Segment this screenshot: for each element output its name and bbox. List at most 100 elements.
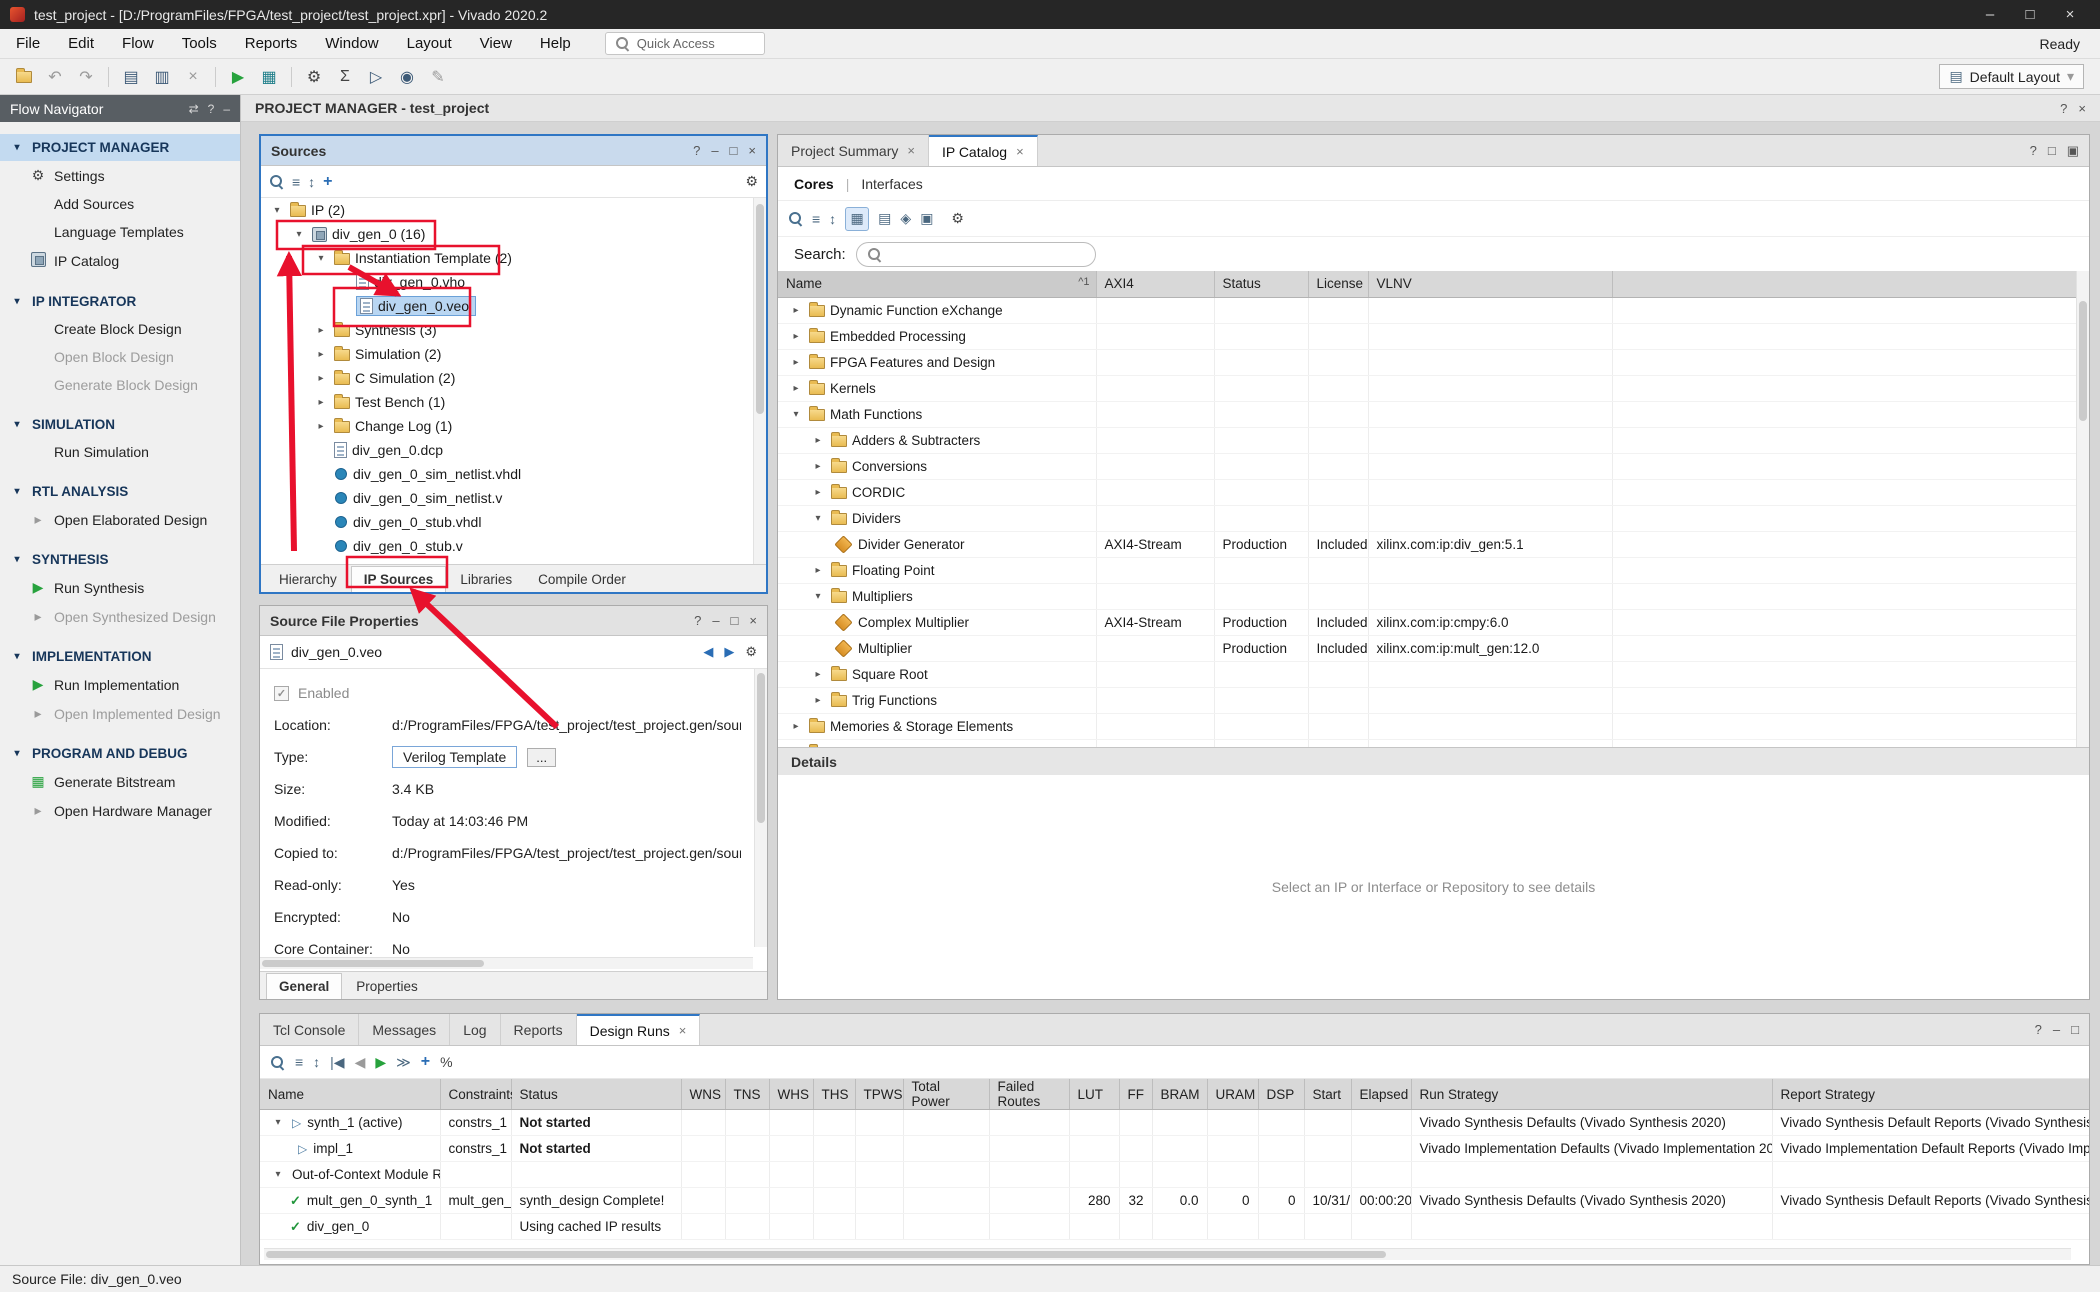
- collapse-all-icon[interactable]: ≡: [295, 1054, 303, 1070]
- menu-view[interactable]: View: [480, 35, 512, 52]
- sidebar-item-run-synthesis[interactable]: ▶Run Synthesis: [0, 573, 240, 602]
- vertical-scrollbar[interactable]: [753, 198, 766, 564]
- design-run-row-mult-gen-0-synth-1[interactable]: ✓mult_gen_0_synth_1 mult_gen_0 synth_des…: [260, 1188, 2089, 1214]
- catalog-row[interactable]: Kernels: [778, 375, 2089, 401]
- expander-icon[interactable]: [313, 253, 329, 264]
- report-icon[interactable]: ▷: [362, 63, 390, 90]
- tree-item-div-gen-0-vho[interactable]: div_gen_0.vho: [261, 270, 766, 294]
- catalog-row[interactable]: Square Root: [778, 661, 2089, 687]
- settings-icon[interactable]: ⚙: [300, 63, 328, 90]
- expander-icon[interactable]: [788, 305, 804, 316]
- design-run-row-impl-1[interactable]: ▷impl_1 constrs_1 Not started Vivado Imp…: [260, 1136, 2089, 1162]
- design-run-row-div-gen-0[interactable]: ✓div_gen_0 Using cached IP results: [260, 1214, 2089, 1240]
- expander-icon[interactable]: [788, 747, 804, 748]
- redo-icon[interactable]: ↷: [72, 63, 100, 90]
- expander-icon[interactable]: [788, 721, 804, 732]
- play-icon[interactable]: ▶: [375, 1054, 386, 1071]
- catalog-row-divider-generator[interactable]: Divider GeneratorAXI4-StreamProductionIn…: [778, 531, 2089, 557]
- tree-item-div-gen-0-dcp[interactable]: div_gen_0.dcp: [261, 438, 766, 462]
- column-axi4[interactable]: AXI4: [1096, 271, 1214, 297]
- sidebar-item-language-templates[interactable]: Language Templates: [0, 218, 240, 246]
- expander-icon[interactable]: [810, 487, 826, 498]
- more-button[interactable]: ...: [527, 748, 556, 767]
- copy-icon[interactable]: ▥: [148, 63, 176, 90]
- tab-general[interactable]: General: [266, 973, 342, 999]
- expander-icon[interactable]: [270, 1169, 286, 1180]
- sidebar-section-project-manager[interactable]: PROJECT MANAGER: [0, 134, 240, 161]
- float-panel-icon[interactable]: □: [2048, 143, 2056, 158]
- expander-icon[interactable]: [291, 229, 307, 240]
- expander-icon[interactable]: [313, 349, 329, 360]
- catalog-row[interactable]: Adders & Subtracters: [778, 427, 2089, 453]
- forward-icon[interactable]: ▶: [724, 644, 734, 660]
- sidebar-section-program-and-debug[interactable]: PROGRAM AND DEBUG: [0, 740, 240, 767]
- details-view-icon[interactable]: ▣: [920, 210, 933, 227]
- expander-icon[interactable]: [269, 205, 285, 216]
- collapse-icon[interactable]: [9, 486, 25, 497]
- tree-item-instantiation-template[interactable]: Instantiation Template (2): [261, 246, 766, 270]
- minimize-button[interactable]: –: [1970, 0, 2010, 29]
- sidebar-section-ip-integrator[interactable]: IP INTEGRATOR: [0, 288, 240, 315]
- type-select[interactable]: Verilog Template: [392, 746, 517, 768]
- expander-icon[interactable]: [810, 695, 826, 706]
- expand-all-icon[interactable]: ↕: [829, 211, 836, 227]
- edit-icon[interactable]: ✎: [424, 63, 452, 90]
- tree-item-simulation[interactable]: Simulation (2): [261, 342, 766, 366]
- ip-settings-icon[interactable]: ◈: [900, 210, 911, 227]
- layout-selector[interactable]: ▤ Default Layout ▾: [1939, 64, 2084, 89]
- close-panel-icon[interactable]: ×: [748, 143, 756, 158]
- create-run-icon[interactable]: +: [421, 1053, 430, 1071]
- menu-layout[interactable]: Layout: [407, 35, 452, 52]
- expander-icon[interactable]: [810, 513, 826, 524]
- sidebar-section-simulation[interactable]: SIMULATION: [0, 411, 240, 438]
- catalog-row-complex-multiplier[interactable]: Complex MultiplierAXI4-StreamProductionI…: [778, 609, 2089, 635]
- program-device-icon[interactable]: ▦: [255, 63, 283, 90]
- menu-tools[interactable]: Tools: [182, 35, 217, 52]
- sidebar-item-generate-block-design[interactable]: Generate Block Design: [0, 371, 240, 399]
- sidebar-item-open-block-design[interactable]: Open Block Design: [0, 343, 240, 371]
- undo-icon[interactable]: ↶: [41, 63, 69, 90]
- tab-hierarchy[interactable]: Hierarchy: [267, 566, 349, 592]
- catalog-row[interactable]: FPGA Features and Design: [778, 349, 2089, 375]
- minimize-panel-icon[interactable]: –: [712, 613, 719, 628]
- menu-flow[interactable]: Flow: [122, 35, 154, 52]
- expander-icon[interactable]: [810, 565, 826, 576]
- dock-icon[interactable]: ⇄: [189, 102, 199, 116]
- tab-project-summary[interactable]: Project Summary ×: [778, 135, 929, 166]
- maximize-panel-icon[interactable]: ▣: [2067, 143, 2079, 159]
- collapse-icon[interactable]: [9, 748, 25, 759]
- tab-properties[interactable]: Properties: [344, 973, 430, 999]
- repository-view-icon[interactable]: ▤: [878, 210, 891, 227]
- column-vlnv[interactable]: VLNV: [1368, 271, 1612, 297]
- tab-messages[interactable]: Messages: [359, 1014, 450, 1045]
- column-status[interactable]: Status: [1214, 271, 1308, 297]
- collapse-all-icon[interactable]: ≡: [292, 174, 300, 190]
- search-icon[interactable]: [788, 211, 803, 226]
- tree-item-stub-v[interactable]: div_gen_0_stub.v: [261, 534, 766, 558]
- tab-compile-order[interactable]: Compile Order: [526, 566, 638, 592]
- tree-item-synthesis[interactable]: Synthesis (3): [261, 318, 766, 342]
- collapse-icon[interactable]: [9, 142, 25, 153]
- add-sources-icon[interactable]: +: [323, 173, 332, 191]
- expander-icon[interactable]: [313, 373, 329, 384]
- close-tab-icon[interactable]: ×: [1016, 144, 1024, 159]
- sfp-panel-header[interactable]: Source File Properties ? – □ ×: [260, 606, 767, 636]
- minimize-panel-icon[interactable]: –: [2053, 1022, 2060, 1037]
- tree-item-ip[interactable]: IP (2): [261, 198, 766, 222]
- expander-icon[interactable]: [788, 409, 804, 420]
- catalog-row[interactable]: Memories & Storage Elements: [778, 713, 2089, 739]
- close-panel-icon[interactable]: ×: [749, 613, 757, 628]
- horizontal-scrollbar[interactable]: [264, 1248, 2071, 1260]
- sidebar-item-open-hardware-manager[interactable]: ▸Open Hardware Manager: [0, 796, 240, 825]
- subtab-interfaces[interactable]: Interfaces: [861, 176, 922, 192]
- tree-item-div-gen-0-veo[interactable]: div_gen_0.veo: [261, 294, 766, 318]
- expander-icon[interactable]: [810, 461, 826, 472]
- help-icon[interactable]: ?: [693, 143, 700, 158]
- subtab-cores[interactable]: Cores: [794, 176, 834, 192]
- selected-item[interactable]: div_gen_0.veo: [356, 296, 476, 316]
- close-button[interactable]: ×: [2050, 0, 2090, 29]
- tree-item-sim-netlist-vhdl[interactable]: div_gen_0_sim_netlist.vhdl: [261, 462, 766, 486]
- sidebar-item-ip-catalog[interactable]: IP Catalog: [0, 246, 240, 276]
- catalog-row[interactable]: Math Functions: [778, 401, 2089, 427]
- design-run-group-row[interactable]: Out-of-Context Module Runs: [260, 1162, 2089, 1188]
